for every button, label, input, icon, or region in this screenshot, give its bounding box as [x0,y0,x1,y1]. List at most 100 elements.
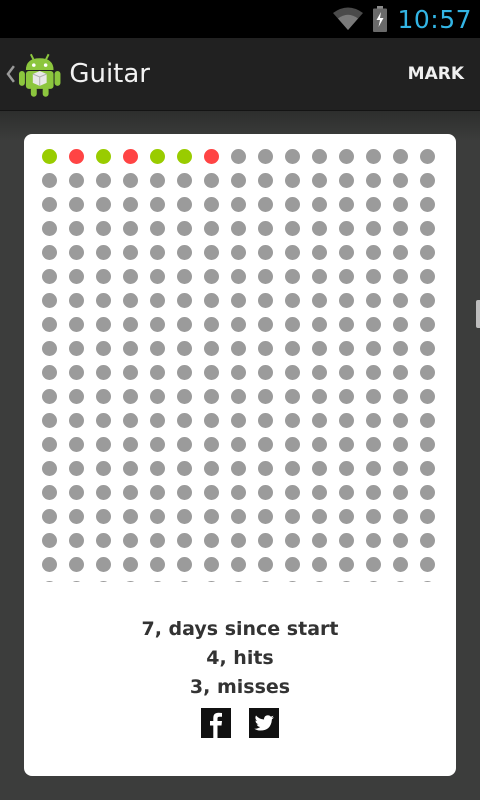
day-dot[interactable] [339,269,354,284]
day-dot-hit[interactable] [177,149,192,164]
day-dot[interactable] [312,461,327,476]
day-dot[interactable] [258,509,273,524]
day-dot[interactable] [96,437,111,452]
day-dot[interactable] [258,581,273,582]
day-dot[interactable] [258,365,273,380]
day-dot[interactable] [42,197,57,212]
day-dot[interactable] [339,221,354,236]
day-dot[interactable] [96,365,111,380]
day-dot[interactable] [393,461,408,476]
day-dot[interactable] [177,293,192,308]
day-dot[interactable] [177,221,192,236]
day-dot[interactable] [204,245,219,260]
day-dot[interactable] [312,389,327,404]
day-dot[interactable] [285,293,300,308]
day-dot[interactable] [42,365,57,380]
day-dot[interactable] [42,557,57,572]
day-dot[interactable] [69,485,84,500]
day-dot[interactable] [177,581,192,582]
day-dot[interactable] [96,533,111,548]
day-dot[interactable] [177,437,192,452]
day-dot[interactable] [123,509,138,524]
day-dot[interactable] [150,317,165,332]
day-dot[interactable] [258,293,273,308]
day-dot[interactable] [231,221,246,236]
day-dot[interactable] [339,437,354,452]
day-dot[interactable] [393,365,408,380]
day-dot[interactable] [231,341,246,356]
day-dot[interactable] [366,317,381,332]
day-dot[interactable] [123,581,138,582]
day-dot[interactable] [123,293,138,308]
day-dot[interactable] [339,293,354,308]
day-dot[interactable] [150,533,165,548]
day-dot[interactable] [285,149,300,164]
day-dot[interactable] [420,173,435,188]
day-dot[interactable] [231,509,246,524]
day-dot[interactable] [150,389,165,404]
day-dot[interactable] [285,557,300,572]
day-dot[interactable] [42,317,57,332]
day-dot[interactable] [420,317,435,332]
day-dot-miss[interactable] [204,149,219,164]
day-dot[interactable] [258,197,273,212]
day-dot[interactable] [150,437,165,452]
day-dot[interactable] [393,341,408,356]
day-dot[interactable] [312,365,327,380]
day-dot[interactable] [366,293,381,308]
day-dot[interactable] [123,245,138,260]
day-dot[interactable] [420,197,435,212]
day-dot[interactable] [42,173,57,188]
day-dot[interactable] [339,557,354,572]
day-dot[interactable] [42,461,57,476]
day-dot[interactable] [123,317,138,332]
day-dot[interactable] [285,221,300,236]
day-dot[interactable] [204,197,219,212]
day-dot[interactable] [123,341,138,356]
day-dot[interactable] [204,413,219,428]
day-dot[interactable] [231,293,246,308]
day-dot[interactable] [339,389,354,404]
day-dot[interactable] [42,437,57,452]
day-dot[interactable] [42,293,57,308]
day-dot[interactable] [96,389,111,404]
day-dot[interactable] [258,341,273,356]
day-dot[interactable] [258,437,273,452]
day-dot[interactable] [177,173,192,188]
day-dot[interactable] [312,437,327,452]
day-dot[interactable] [393,509,408,524]
day-dot[interactable] [366,365,381,380]
day-dot[interactable] [204,341,219,356]
day-dot[interactable] [150,293,165,308]
day-dot[interactable] [123,485,138,500]
day-dot[interactable] [285,533,300,548]
day-dot[interactable] [69,365,84,380]
day-dot[interactable] [123,197,138,212]
day-dot[interactable] [312,269,327,284]
day-dot[interactable] [312,317,327,332]
day-dot[interactable] [339,485,354,500]
day-dot[interactable] [204,317,219,332]
day-dot[interactable] [96,293,111,308]
day-dot[interactable] [285,317,300,332]
day-dot-miss[interactable] [69,149,84,164]
day-dot[interactable] [42,413,57,428]
day-dot[interactable] [366,437,381,452]
day-dot[interactable] [339,509,354,524]
day-dot[interactable] [393,389,408,404]
day-dot[interactable] [69,533,84,548]
day-dot[interactable] [312,581,327,582]
day-dot[interactable] [312,485,327,500]
day-dot[interactable] [366,389,381,404]
day-dot[interactable] [258,269,273,284]
day-dot[interactable] [96,317,111,332]
day-dot[interactable] [366,221,381,236]
day-dot[interactable] [42,221,57,236]
day-dot[interactable] [69,197,84,212]
day-dot-hit[interactable] [150,149,165,164]
day-dot[interactable] [177,317,192,332]
day-dot[interactable] [231,581,246,582]
day-dot[interactable] [150,245,165,260]
day-dot[interactable] [204,581,219,582]
day-dot[interactable] [96,245,111,260]
